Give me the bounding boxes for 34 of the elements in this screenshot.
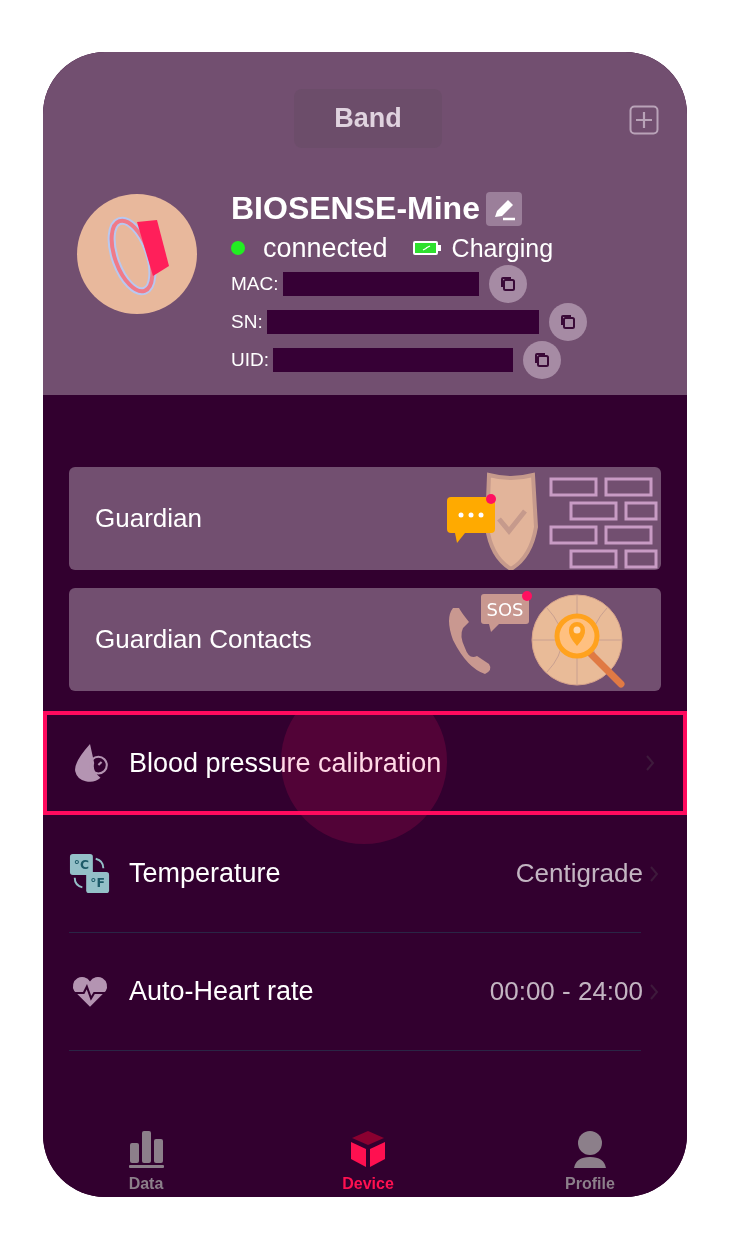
setting-label: Auto-Heart rate	[129, 976, 314, 1007]
setting-label: Blood pressure calibration	[129, 747, 442, 779]
band-avatar-icon	[77, 194, 197, 314]
screen-title: Band	[294, 88, 442, 148]
setting-value: 00:00 - 24:00	[489, 976, 643, 1007]
copy-icon	[532, 350, 552, 370]
connection-status: connected	[263, 232, 388, 264]
tab[interactable]: Device	[323, 1110, 413, 1197]
copy-button[interactable]	[488, 265, 527, 303]
settings-row[interactable]: Blood pressure calibration	[43, 711, 687, 815]
setting-value: Centigrade	[515, 858, 643, 889]
device-name: BIOSENSE-Mine	[231, 190, 480, 227]
bar-chart-icon	[126, 1129, 166, 1169]
id-label: MAC:	[231, 273, 279, 295]
chevron-icon	[649, 982, 659, 1001]
add-icon[interactable]	[629, 105, 659, 135]
charging-status: Charging	[451, 233, 554, 263]
id-label: SN:	[231, 311, 263, 333]
battery-icon	[411, 240, 442, 256]
tab[interactable]: Data	[101, 1110, 191, 1197]
settings-row[interactable]: Auto-Heart rate 00:00 - 24:00	[69, 933, 641, 1051]
setting-label: Temperature	[129, 858, 281, 889]
chevron-icon	[649, 864, 659, 883]
tab[interactable]: Profile	[545, 1110, 635, 1197]
feature-card[interactable]: Guardian Contacts SOS	[69, 588, 661, 691]
chevron-icon	[645, 754, 655, 772]
edit-icon[interactable]	[485, 191, 522, 226]
sos-globe-drawing: SOS	[441, 588, 661, 691]
copy-button[interactable]	[548, 303, 587, 341]
copy-button[interactable]	[523, 341, 561, 379]
settings-row[interactable]: °C °F Temperature Centigrade	[69, 815, 641, 933]
cube-icon	[348, 1129, 388, 1169]
id-label: UID:	[231, 349, 269, 371]
feature-card[interactable]: Guardian	[69, 467, 661, 570]
